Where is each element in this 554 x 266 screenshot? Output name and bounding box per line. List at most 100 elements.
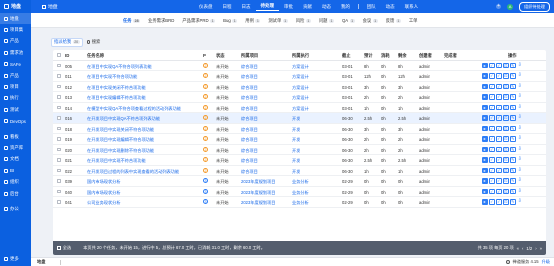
col-name[interactable]: 任务名称	[87, 53, 104, 59]
col-priority[interactable]: P	[203, 53, 206, 58]
sub-nav-tab[interactable]: 反馈 1	[386, 18, 401, 24]
task-name[interactable]: 在项目中实现不符合项功能	[87, 74, 199, 80]
task-execution[interactable]: 方案设计	[292, 85, 309, 91]
assign-icon[interactable]: ⇩	[517, 83, 523, 90]
start-icon[interactable]: ▸	[482, 188, 488, 194]
row-checkbox[interactable]	[57, 105, 61, 110]
task-project[interactable]: 综合项目	[241, 74, 258, 80]
assign-icon[interactable]: ⇩	[517, 115, 523, 121]
close-icon[interactable]: ✓	[496, 104, 502, 110]
table-row[interactable]: 021 在开发项目中实现不符合项功能 未开始 综合项目 开发 06-30 2.5h 0h 2.5…	[53, 155, 546, 166]
edit-icon[interactable]: ✎	[510, 136, 516, 142]
start-icon[interactable]: ▸	[482, 199, 488, 205]
sub-nav-tab[interactable]: Bug 1	[223, 18, 238, 23]
record-hours-icon[interactable]: ⊡	[503, 115, 509, 121]
finish-icon[interactable]: ✓	[489, 178, 495, 184]
sub-nav-tab[interactable]: 工单	[409, 18, 418, 24]
close-icon[interactable]: ✓	[496, 188, 502, 194]
close-icon[interactable]: ✓	[496, 146, 502, 152]
top-nav-item[interactable]: 日志	[237, 4, 256, 10]
start-icon[interactable]: ▸	[482, 115, 488, 121]
start-icon[interactable]: ▸	[482, 83, 488, 89]
row-checkbox[interactable]	[57, 179, 61, 183]
task-name[interactable]: 在模型中实现QA不符合项查看过程的活动列表功能	[87, 106, 199, 112]
sidebar-item[interactable]: 项目	[0, 81, 31, 92]
app-logo[interactable]: 地盘	[0, 0, 31, 13]
col-consumed[interactable]: 消耗	[381, 53, 390, 59]
sub-nav-tab[interactable]: 业务需求BRD	[148, 18, 174, 24]
assign-icon[interactable]: ⇩	[517, 178, 523, 184]
close-icon[interactable]: ✓	[496, 73, 502, 79]
sub-nav-tab[interactable]: 产品需求PRD 1	[182, 18, 216, 24]
table-row[interactable]: 011 在项目中实现不符合项功能 未开始 综合项目 方案设计 03-01 12h 0h 12h a…	[53, 71, 546, 82]
table-row[interactable]: 013 在项目中实现编辑不符合项功能 未开始 综合项目 方案设计 03-01 2h 0h 2h a…	[53, 92, 546, 103]
edit-icon[interactable]: ✎	[510, 62, 516, 68]
row-checkbox[interactable]	[57, 63, 61, 68]
task-name[interactable]: 在开发项目过程的列表中实现查看的活动列表功能	[87, 169, 199, 175]
finish-icon[interactable]: ✓	[489, 199, 495, 205]
task-project[interactable]: 综合项目	[241, 148, 258, 154]
finish-icon[interactable]: ✓	[489, 83, 495, 89]
finish-icon[interactable]: ✓	[489, 157, 495, 163]
sub-nav-tab[interactable]: 风险 1	[296, 18, 311, 24]
close-icon[interactable]: ✓	[496, 125, 502, 131]
sidebar-item[interactable]: 项目集	[0, 24, 31, 35]
add-icon[interactable]: +	[496, 4, 502, 9]
record-hours-icon[interactable]: ⊡	[503, 146, 509, 152]
col-finisher[interactable]: 完成者	[444, 53, 457, 59]
task-execution[interactable]: 开发	[292, 169, 300, 175]
edit-icon[interactable]: ✎	[510, 83, 516, 89]
edit-icon[interactable]: ✎	[510, 199, 516, 205]
task-project[interactable]: 综合项目	[241, 158, 258, 164]
assign-icon[interactable]: ⇩	[517, 199, 523, 205]
task-name[interactable]: 在开发项目中实现不符合项功能	[87, 158, 199, 164]
top-nav-item[interactable]: 仪表盘	[194, 4, 218, 10]
row-checkbox[interactable]	[57, 147, 61, 152]
col-estimate[interactable]: 预计	[364, 53, 373, 59]
task-project[interactable]: 综合项目	[241, 85, 258, 91]
row-checkbox[interactable]	[57, 74, 61, 78]
pager-count[interactable]: 共 35 项 每页 20 项	[478, 245, 514, 251]
assign-icon[interactable]: ⇩	[517, 136, 523, 142]
top-nav-item[interactable]: 联系人	[400, 4, 424, 10]
task-execution[interactable]: 业务分析	[292, 200, 309, 206]
sidebar-more[interactable]: 更多	[0, 254, 31, 264]
start-icon[interactable]: ▸	[482, 167, 488, 173]
select-all-label[interactable]: 全选	[63, 245, 71, 251]
col-status[interactable]: 状态	[216, 53, 225, 59]
task-name[interactable]: 在开发项目中实现关闭不符合项功能	[87, 127, 199, 133]
close-icon[interactable]: ✓	[496, 167, 502, 173]
assign-icon[interactable]: ⇩	[517, 188, 523, 195]
col-project[interactable]: 所属项目	[241, 53, 258, 59]
finish-icon[interactable]: ✓	[489, 104, 495, 110]
sidebar-item[interactable]: 资产库	[0, 142, 31, 153]
row-checkbox[interactable]	[57, 116, 61, 120]
assign-icon[interactable]: ⇩	[517, 62, 523, 69]
task-name[interactable]: 在开发项目中实现编辑不符合项功能	[87, 137, 199, 143]
task-project[interactable]: 综合项目	[241, 64, 258, 70]
task-execution[interactable]: 开发	[292, 116, 300, 122]
breadcrumb[interactable]: 地盘	[37, 259, 45, 265]
assigned-to-me-tab[interactable]: 指派给我 20	[51, 37, 83, 47]
finish-icon[interactable]: ✓	[489, 188, 495, 194]
sub-nav-tab[interactable]: 会议 1	[363, 18, 378, 24]
table-row[interactable]: 022 在开发项目过程的列表中实现查看的活动列表功能 未开始 综合项目 开发 06-30 1…	[53, 166, 546, 176]
sub-nav-tab[interactable]: QA 1	[342, 18, 355, 23]
close-icon[interactable]: ✓	[496, 136, 502, 142]
task-execution[interactable]: 业务分析	[292, 179, 309, 185]
task-project[interactable]: 综合项目	[241, 137, 258, 143]
sidebar-item[interactable]: 执行	[0, 93, 31, 104]
table-row[interactable]: 039 国内市场现状分析 未开始 2023年度规划项目 业务分析 02-29 0h 0h 0h a…	[53, 176, 546, 187]
record-hours-icon[interactable]: ⊡	[503, 167, 509, 173]
task-execution[interactable]: 开发	[292, 148, 300, 154]
sidebar-item[interactable]: BI	[0, 165, 31, 176]
top-nav-item[interactable]: 团队	[362, 4, 381, 10]
finish-icon[interactable]: ✓	[489, 62, 495, 68]
row-checkbox[interactable]	[57, 168, 61, 173]
task-name[interactable]: 国内市场现状分析	[87, 179, 199, 185]
sidebar-item[interactable]: 地盘	[0, 13, 31, 25]
task-name[interactable]: 在项目中实现QA不符合项列表功能	[87, 64, 199, 70]
record-hours-icon[interactable]: ⊡	[503, 199, 509, 205]
close-icon[interactable]: ✓	[496, 199, 502, 205]
task-name[interactable]: 国内市场现状分析	[87, 190, 199, 196]
